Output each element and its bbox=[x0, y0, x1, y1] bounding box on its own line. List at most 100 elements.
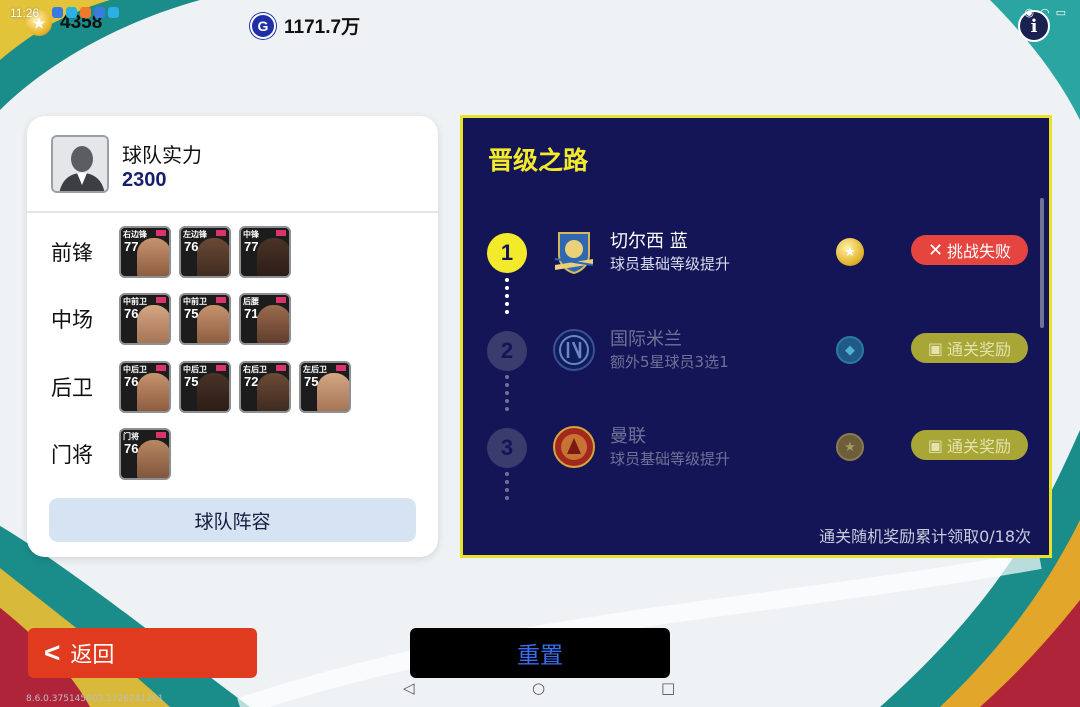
action-label: 通关奖励 bbox=[947, 340, 1012, 359]
stage-reward-desc: 额外5星球员3选1 bbox=[610, 353, 729, 371]
player-portrait bbox=[137, 373, 169, 411]
player-portrait bbox=[137, 238, 169, 276]
system-status-icons: ◉ ◠ ▭ bbox=[1024, 6, 1066, 19]
team-strength-card: 球队实力 2300 前锋 右边锋 77 左边锋 76 中锋 77 中场 中前卫 76 中… bbox=[27, 116, 438, 557]
stage-club-name: 国际米兰 bbox=[610, 329, 682, 350]
gp-icon: G bbox=[250, 12, 276, 39]
manchester-united-badge-icon bbox=[553, 426, 595, 468]
card-tag bbox=[216, 230, 226, 236]
card-tag bbox=[336, 365, 346, 371]
player-card[interactable]: 左边锋 76 bbox=[179, 226, 231, 278]
back-button[interactable]: < 返回 bbox=[28, 628, 257, 678]
player-portrait bbox=[197, 373, 229, 411]
position-row-midfield: 中场 中前卫 76 中前卫 75 后腰 71 bbox=[51, 293, 291, 345]
clear-reward-button[interactable]: ▣ 通关奖励 bbox=[911, 333, 1028, 363]
reset-button[interactable]: 重置 bbox=[410, 628, 670, 678]
player-card[interactable]: 中前卫 75 bbox=[179, 293, 231, 345]
card-tag bbox=[276, 365, 286, 371]
stage-number: 3 bbox=[487, 428, 527, 468]
bronze-star-medal-icon: ★ bbox=[836, 433, 864, 461]
notification-icons bbox=[52, 7, 119, 18]
position-row-forwards: 前锋 右边锋 77 左边锋 76 中锋 77 bbox=[51, 226, 291, 278]
app-notification-icon bbox=[94, 7, 105, 18]
action-label: 通关奖励 bbox=[947, 437, 1012, 456]
chelsea-blue-badge-icon bbox=[554, 232, 594, 275]
eye-icon: ◉ bbox=[1024, 6, 1034, 19]
chevron-left-icon: < bbox=[44, 637, 61, 668]
app-notification-icon bbox=[108, 7, 119, 18]
player-portrait bbox=[257, 305, 289, 343]
position-label: 中场 bbox=[51, 308, 93, 332]
random-reward-count: 通关随机奖励累计领取0/18次 bbox=[819, 527, 1031, 546]
player-card[interactable]: 右边锋 77 bbox=[119, 226, 171, 278]
position-label: 门将 bbox=[51, 443, 93, 467]
position-row-goalkeeper: 门将 门将 76 bbox=[51, 428, 171, 480]
nav-back-icon[interactable]: ◁ bbox=[403, 679, 415, 697]
position-label: 前锋 bbox=[51, 241, 93, 265]
gift-icon: ▣ bbox=[927, 338, 944, 358]
progress-dots bbox=[505, 375, 509, 411]
player-card[interactable]: 中后卫 76 bbox=[119, 361, 171, 413]
gold-star-medal-icon: ★ bbox=[836, 238, 864, 266]
status-time: 11:26 bbox=[10, 6, 40, 20]
app-notification-icon bbox=[80, 7, 91, 18]
app-notification-icon bbox=[66, 7, 77, 18]
battery-icon: ▭ bbox=[1055, 6, 1066, 19]
player-card[interactable]: 右后卫 72 bbox=[239, 361, 291, 413]
stage-row[interactable]: 1 切尔西 蓝 球员基础等级提升 ★ ✕ 挑战失败 bbox=[463, 223, 1043, 287]
manager-silhouette-icon bbox=[53, 137, 107, 191]
card-tag bbox=[156, 230, 166, 236]
road-to-promotion-panel: 晋级之路 1 切尔西 蓝 球员基础等级提升 ★ ✕ 挑战失败 2 国际米兰 额外… bbox=[460, 115, 1052, 558]
divider bbox=[27, 211, 438, 213]
player-card[interactable]: 门将 76 bbox=[119, 428, 171, 480]
action-label: 挑战失败 bbox=[947, 242, 1012, 261]
card-tag bbox=[156, 432, 166, 438]
player-card[interactable]: 后腰 71 bbox=[239, 293, 291, 345]
player-card[interactable]: 中后卫 75 bbox=[179, 361, 231, 413]
app-notification-icon bbox=[52, 7, 63, 18]
clear-reward-button[interactable]: ▣ 通关奖励 bbox=[911, 430, 1028, 460]
gp-counter: G 1171.7万 bbox=[250, 12, 360, 39]
panel-title: 晋级之路 bbox=[488, 146, 589, 175]
stage-number: 1 bbox=[487, 233, 527, 273]
progress-dots bbox=[505, 278, 509, 314]
stage-club-name: 切尔西 蓝 bbox=[610, 231, 688, 252]
version-string: 8.6.0.375145603.1726241201 bbox=[26, 694, 164, 704]
stage-reward-desc: 球员基础等级提升 bbox=[610, 255, 731, 273]
card-tag bbox=[156, 297, 166, 303]
player-card[interactable]: 左后卫 75 bbox=[299, 361, 351, 413]
stage-row[interactable]: 2 国际米兰 额外5星球员3选1 ◆ ▣ 通关奖励 bbox=[463, 321, 1043, 385]
stage-club-name: 曼联 bbox=[610, 426, 646, 447]
player-portrait bbox=[257, 373, 289, 411]
player-card[interactable]: 中前卫 76 bbox=[119, 293, 171, 345]
position-label: 后卫 bbox=[51, 376, 93, 400]
stage-number: 2 bbox=[487, 331, 527, 371]
gift-icon: ▣ bbox=[927, 435, 944, 455]
team-strength-label: 球队实力 bbox=[122, 143, 202, 167]
player-portrait bbox=[137, 440, 169, 478]
stage-row[interactable]: 3 曼联 球员基础等级提升 ★ ▣ 通关奖励 bbox=[463, 418, 1043, 482]
challenge-failed-button[interactable]: ✕ 挑战失败 bbox=[911, 235, 1028, 265]
manager-avatar bbox=[51, 135, 109, 193]
card-tag bbox=[276, 230, 286, 236]
nav-home-icon[interactable]: ○ bbox=[532, 679, 545, 697]
team-lineup-button[interactable]: 球队阵容 bbox=[49, 498, 416, 542]
card-tag bbox=[216, 297, 226, 303]
x-icon: ✕ bbox=[927, 239, 944, 261]
progress-dots bbox=[505, 472, 509, 500]
player-card[interactable]: 中锋 77 bbox=[239, 226, 291, 278]
player-portrait bbox=[137, 305, 169, 343]
card-tag bbox=[216, 365, 226, 371]
wifi-icon: ◠ bbox=[1039, 6, 1050, 19]
card-tag bbox=[276, 297, 286, 303]
stage-list-scrollbar[interactable] bbox=[1040, 198, 1044, 328]
player-portrait bbox=[257, 238, 289, 276]
player-portrait bbox=[197, 238, 229, 276]
back-label: 返回 bbox=[70, 643, 115, 668]
position-row-defence: 后卫 中后卫 76 中后卫 75 右后卫 72 左后卫 75 bbox=[51, 361, 351, 413]
nav-recents-icon[interactable]: □ bbox=[661, 679, 675, 697]
gp-value: 1171.7万 bbox=[284, 17, 361, 38]
stage-reward-desc: 球员基础等级提升 bbox=[610, 450, 731, 468]
player-portrait bbox=[317, 373, 349, 411]
card-tag bbox=[156, 365, 166, 371]
